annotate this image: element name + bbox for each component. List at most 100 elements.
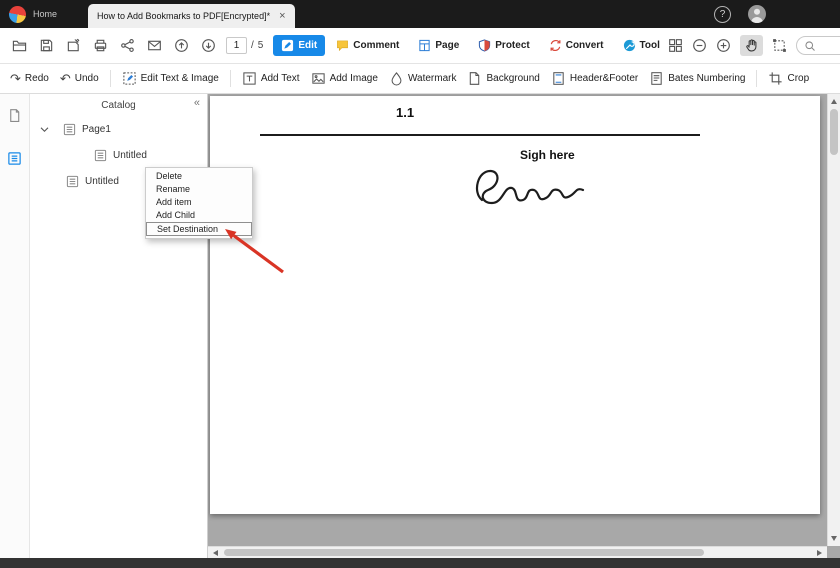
mode-label: Page	[435, 40, 460, 51]
catalog-title: Catalog	[101, 99, 136, 111]
scroll-down-icon[interactable]	[831, 536, 837, 541]
page-total: 5	[257, 40, 264, 51]
redo-button[interactable]: ↷ Redo	[10, 72, 49, 85]
edit-toolbar: ↷ Redo ↶ Undo Edit Text & Image Add Text…	[0, 64, 840, 94]
chevron-down-icon[interactable]	[40, 126, 49, 133]
vertical-scroll-thumb[interactable]	[830, 109, 838, 155]
email-icon[interactable]	[147, 38, 162, 53]
background-label: Background	[486, 73, 540, 84]
menu-item-delete[interactable]: Delete	[146, 170, 252, 183]
catalog-panel: Catalog « Page1 Untitled Untitled	[30, 94, 208, 558]
add-text-button[interactable]: Add Text	[242, 71, 300, 86]
undo-icon: ↶	[59, 71, 71, 86]
mode-tab-protect[interactable]: Protect	[470, 35, 537, 56]
catalog-item-label: Untitled	[113, 149, 147, 161]
side-icon-strip	[0, 94, 30, 558]
hand-icon	[744, 38, 759, 53]
window-bottom-edge	[0, 558, 840, 568]
zoom-out-icon[interactable]	[692, 38, 707, 53]
content-area: Catalog « Page1 Untitled Untitled 1.1 Si…	[0, 94, 840, 558]
save-icon[interactable]	[39, 38, 54, 53]
menu-item-set-destination[interactable]: Set Destination	[146, 222, 252, 236]
save-as-icon[interactable]	[66, 38, 81, 53]
edit-text-image-label: Edit Text & Image	[140, 73, 219, 84]
mode-tab-convert[interactable]: Convert	[541, 35, 612, 56]
undo-button[interactable]: ↶ Undo	[60, 72, 99, 85]
horizontal-scrollbar[interactable]	[208, 546, 827, 558]
watermark-button[interactable]: Watermark	[389, 71, 457, 86]
scroll-left-icon[interactable]	[213, 550, 218, 556]
pdf-page[interactable]: 1.1 Sigh here	[210, 96, 820, 514]
toolbar-separator	[229, 70, 231, 87]
header-footer-button[interactable]: Header&Footer	[551, 71, 638, 86]
search-box[interactable]	[795, 36, 840, 55]
bates-numbering-label: Bates Numbering	[668, 73, 746, 84]
mode-tab-tool[interactable]: Tool	[615, 35, 668, 56]
horizontal-scroll-thumb[interactable]	[224, 549, 704, 556]
page-separator: /	[251, 40, 254, 51]
add-text-label: Add Text	[260, 73, 300, 84]
background-button[interactable]: Background	[467, 71, 540, 86]
open-file-icon[interactable]	[12, 38, 27, 53]
toolbar-separator	[109, 70, 111, 87]
search-input[interactable]	[819, 40, 840, 51]
next-page-icon[interactable]	[201, 38, 216, 53]
toolbar-separator	[756, 70, 758, 87]
document-tab[interactable]: How to Add Bookmarks to PDF[Encrypted]* …	[88, 4, 295, 28]
mode-tab-page[interactable]: Page	[410, 35, 467, 56]
menu-item-add-item[interactable]: Add item	[146, 196, 252, 209]
page-heading: 1.1	[396, 105, 415, 120]
catalog-item-untitled-1[interactable]: Untitled	[30, 142, 207, 168]
page-indicator: 1 / 5	[226, 37, 263, 54]
zoom-in-icon[interactable]	[716, 38, 731, 53]
watermark-label: Watermark	[407, 73, 457, 84]
mode-tab-edit[interactable]: Edit	[273, 35, 326, 56]
mode-label: Comment	[353, 40, 400, 51]
redo-icon: ↷	[10, 71, 21, 86]
catalog-item-label: Untitled	[85, 175, 119, 187]
mode-label: Convert	[565, 40, 604, 51]
collapse-panel-icon[interactable]: «	[194, 97, 200, 109]
shield-icon	[478, 39, 491, 52]
previous-page-icon[interactable]	[174, 38, 189, 53]
home-label[interactable]: Home	[33, 9, 57, 19]
add-image-button[interactable]: Add Image	[311, 71, 378, 86]
help-icon[interactable]: ?	[714, 5, 731, 23]
header-footer-icon	[551, 71, 566, 86]
bookmark-item-icon	[66, 175, 79, 188]
crop-button[interactable]: Crop	[768, 71, 809, 86]
document-tab-title: How to Add Bookmarks to PDF[Encrypted]*	[97, 11, 271, 21]
bookmarks-panel-icon[interactable]	[7, 151, 22, 166]
select-area-icon[interactable]	[772, 38, 787, 53]
file-actions-group	[12, 38, 216, 53]
page-number-input[interactable]: 1	[226, 37, 247, 54]
main-toolbar: 1 / 5 Edit Comment Page Protect Convert …	[0, 28, 840, 64]
catalog-item-label: Page1	[82, 123, 111, 135]
print-icon[interactable]	[93, 38, 108, 53]
thumbnail-view-icon[interactable]	[668, 38, 683, 53]
mode-label: Protect	[495, 40, 530, 51]
scroll-right-icon[interactable]	[817, 550, 822, 556]
background-page-icon	[467, 71, 482, 86]
mode-label: Edit	[298, 40, 318, 51]
comment-bubble-icon	[336, 39, 349, 52]
edit-text-image-button[interactable]: Edit Text & Image	[122, 71, 219, 86]
thumbnails-panel-icon[interactable]	[7, 108, 22, 123]
account-avatar[interactable]	[748, 5, 766, 23]
bookmark-item-icon	[63, 123, 76, 136]
share-icon[interactable]	[120, 38, 135, 53]
menu-item-add-child[interactable]: Add Child	[146, 209, 252, 222]
menu-item-rename[interactable]: Rename	[146, 183, 252, 196]
mode-label: Tool	[639, 40, 660, 51]
mode-tab-comment[interactable]: Comment	[328, 35, 407, 56]
scroll-up-icon[interactable]	[831, 99, 837, 104]
edit-pencil-icon	[281, 39, 294, 52]
bookmark-item-icon	[94, 149, 107, 162]
add-text-icon	[242, 71, 257, 86]
hand-tool-button[interactable]	[739, 35, 763, 56]
app-logo-icon	[9, 5, 26, 23]
vertical-scrollbar[interactable]	[827, 94, 840, 546]
tab-close-icon[interactable]: ×	[279, 10, 285, 22]
bates-numbering-button[interactable]: Bates Numbering	[649, 71, 745, 86]
catalog-item-page1[interactable]: Page1	[30, 116, 207, 142]
